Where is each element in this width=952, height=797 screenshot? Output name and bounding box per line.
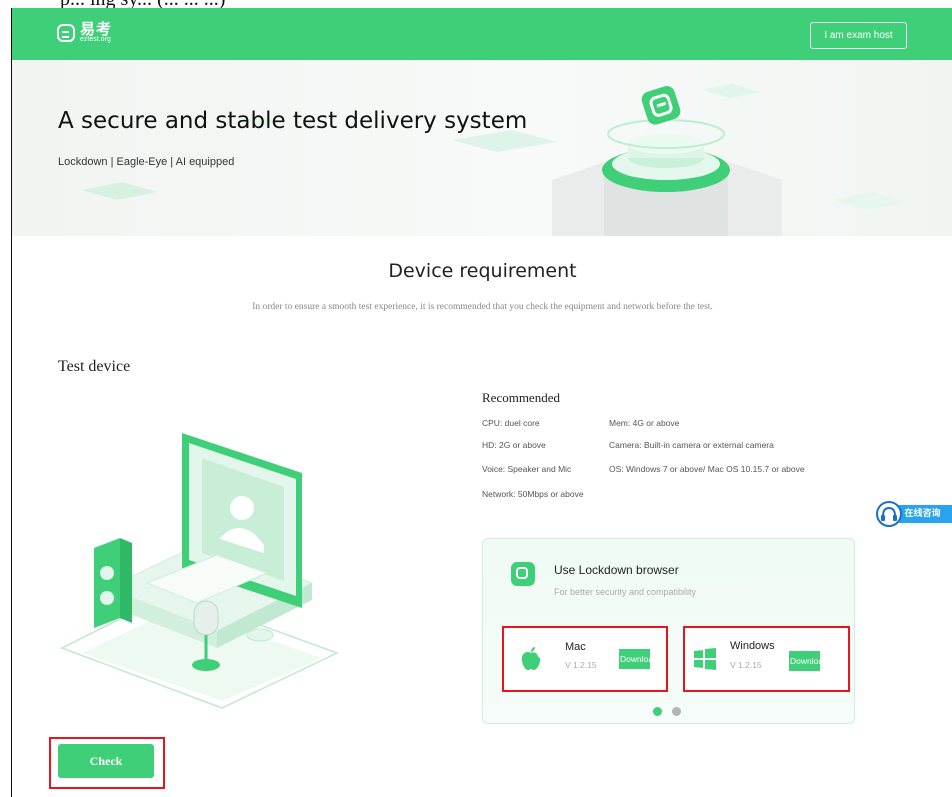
highlight-windows: [683, 626, 850, 692]
device-illustration: [60, 433, 339, 709]
logo-icon: [57, 24, 75, 42]
logo-domain: eztest.org: [80, 36, 111, 43]
spec-network: Network: 50Mbps or above: [482, 489, 584, 499]
logo-title: 易考: [80, 20, 113, 38]
carousel-dots: [653, 707, 681, 716]
browser-frame: 易考 eztest.org I am exam host A secure an…: [11, 8, 952, 797]
exam-host-button[interactable]: I am exam host: [810, 22, 907, 49]
check-button[interactable]: Check: [58, 744, 154, 778]
lockdown-title: Use Lockdown browser: [554, 563, 679, 577]
banner-title: A secure and stable test delivery system: [58, 108, 528, 134]
highlight-mac: [502, 626, 668, 692]
online-consult-widget[interactable]: 在线咨询: [874, 501, 952, 533]
caption-strip: p... ing sy... (... ... ...): [0, 0, 952, 8]
section-title: Device requirement: [388, 260, 577, 282]
carousel-dot[interactable]: [672, 707, 681, 716]
spec-hd: HD: 2G or above: [482, 440, 546, 450]
section-description: In order to ensure a smooth test experie…: [252, 302, 713, 312]
logo[interactable]: 易考 eztest.org: [57, 22, 112, 44]
hero-banner: A secure and stable test delivery system…: [12, 60, 952, 236]
headset-icon: [876, 501, 902, 527]
spec-voice: Voice: Speaker and Mic: [482, 464, 572, 474]
caption-fragment: p... ing sy... (... ... ...): [60, 0, 225, 8]
test-device-heading: Test device: [58, 358, 131, 375]
spec-camera: Camera: Built-in camera or external came…: [609, 440, 774, 450]
spec-cpu: CPU: duel core: [482, 418, 540, 428]
spec-mem: Mem: 4G or above: [609, 418, 680, 428]
top-bar: 易考 eztest.org I am exam host: [12, 8, 952, 60]
banner-illustration: [82, 84, 907, 236]
banner-subtitle: Lockdown | Eagle-Eye | AI equipped: [58, 156, 235, 168]
lockdown-subtitle: For better security and compatibility: [554, 587, 697, 597]
lockdown-logo-icon: [511, 562, 535, 586]
spec-os: OS: Windows 7 or above/ Mac OS 10.15.7 o…: [609, 464, 805, 474]
recommended-title: Recommended: [482, 390, 560, 405]
carousel-dot-active[interactable]: [653, 707, 662, 716]
